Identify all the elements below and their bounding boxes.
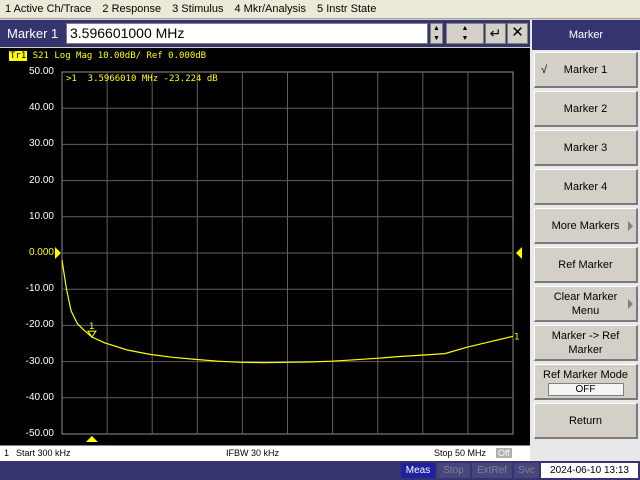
coarse-up-icon[interactable]: ▲	[447, 24, 483, 34]
marker-1-label: 1	[89, 322, 95, 332]
softkey-clear-marker-menu[interactable]: Clear Marker Menu	[534, 286, 638, 322]
y-tick-label: -20.00	[25, 319, 54, 331]
submenu-arrow-icon	[628, 221, 633, 231]
trace-end-label: 1	[514, 332, 520, 342]
instrument-status-bar: Meas Stop ExtRef Svc 2024-06-10 13:13	[0, 461, 640, 480]
softkey-ref-marker[interactable]: Ref Marker	[534, 247, 638, 283]
y-tick-label: 0.000	[28, 247, 54, 258]
check-icon: √	[541, 64, 548, 76]
entry-label: Marker 1	[7, 26, 59, 41]
softkey-menu-title: Marker	[532, 20, 640, 50]
datetime: 2024-06-10 13:13	[541, 463, 638, 478]
marker-frequency-input[interactable]: 3.596601000 MHz	[66, 23, 428, 44]
menu-response[interactable]: 2 Response	[97, 3, 167, 15]
coarse-down-icon[interactable]: ▼	[447, 34, 483, 44]
softkey-return[interactable]: Return	[534, 403, 638, 439]
menu-instr-state[interactable]: 5 Instr State	[312, 3, 382, 15]
trace-plot[interactable]: 11 Tr1 S21 Log Mag 10.00dB/ Ref 0.000dB …	[0, 48, 530, 445]
off-badge: Off	[496, 448, 512, 458]
y-tick-label: 50.00	[28, 66, 54, 77]
menu-stimulus[interactable]: 3 Stimulus	[167, 3, 229, 15]
softkey-panel: Marker √ Marker 1 Marker 2 Marker 3 Mark…	[530, 20, 640, 461]
menu-mkr-analysis[interactable]: 4 Mkr/Analysis	[229, 3, 312, 15]
coarse-spin-stepper[interactable]: ▲ ▼	[446, 23, 484, 44]
y-tick-label: -40.00	[25, 391, 54, 403]
softkey-marker-3[interactable]: Marker 3	[534, 130, 638, 166]
channel-status-bar: 1 Start 300 kHz IFBW 30 kHz Stop 50 MHz …	[0, 445, 530, 461]
ref-marker-mode-value: OFF	[547, 382, 624, 396]
softkey-label: Marker 2	[563, 102, 608, 115]
meas-indicator: Meas	[401, 463, 435, 478]
ref-level-right-arrow-icon	[516, 247, 522, 259]
softkey-marker-1[interactable]: √ Marker 1	[534, 52, 638, 88]
softkey-more-markers[interactable]: More Markers	[534, 208, 638, 244]
trace-id-badge[interactable]: Tr1	[9, 51, 28, 61]
softkey-marker-to-ref-marker[interactable]: Marker -> Ref Marker	[534, 325, 638, 361]
y-tick-label: -10.00	[25, 283, 54, 295]
y-tick-label: -50.00	[25, 428, 54, 439]
y-tick-label: 40.00	[28, 102, 54, 114]
submenu-arrow-icon	[628, 299, 633, 309]
channel-number: 1	[4, 448, 10, 458]
ifbw-value[interactable]: IFBW 30 kHz	[226, 448, 279, 458]
entry-bar: Marker 1 3.596601000 MHz ▲ ▼ ▲ ▼ ↵ ✕	[0, 20, 530, 47]
stop-frequency[interactable]: Stop 50 MHz	[434, 448, 486, 458]
start-frequency[interactable]: Start 300 kHz	[16, 448, 71, 458]
trace-format: S21 Log Mag 10.00dB/ Ref 0.000dB	[32, 51, 207, 61]
softkey-label: Ref Marker Mode	[543, 368, 628, 381]
y-tick-label: 30.00	[28, 138, 54, 150]
vna-window: 1 Active Ch/Trace 2 Response 3 Stimulus …	[0, 0, 640, 480]
close-entry-button[interactable]: ✕	[507, 23, 528, 44]
softkey-label: Marker 4	[563, 180, 608, 193]
marker-readout: >1 3.5966010 MHz -23.224 dB	[66, 74, 218, 84]
y-tick-label: -30.00	[25, 355, 54, 367]
stop-indicator: Stop	[437, 463, 470, 478]
spin-up-icon[interactable]: ▲	[431, 24, 442, 34]
trace-chart: 11	[55, 71, 522, 442]
menu-active-ch-trace[interactable]: 1 Active Ch/Trace	[0, 3, 97, 15]
y-tick-label: 20.00	[28, 174, 54, 186]
softkey-ref-marker-mode[interactable]: Ref Marker Mode OFF	[534, 364, 638, 400]
softkey-marker-4[interactable]: Marker 4	[534, 169, 638, 205]
softkey-label: More Markers	[551, 219, 620, 232]
softkey-label: Return	[568, 414, 603, 427]
softkey-label: Ref Marker	[558, 258, 613, 271]
stimulus-marker-arrow-icon	[85, 436, 98, 442]
softkey-label: Marker -> Ref Marker	[551, 329, 620, 356]
svc-indicator: Svc	[514, 463, 539, 478]
extref-indicator: ExtRef	[472, 463, 512, 478]
softkey-label: Marker 3	[563, 141, 608, 154]
ref-level-left-arrow-icon	[55, 247, 61, 259]
y-tick-label: 10.00	[28, 210, 54, 222]
trace-header: Tr1 S21 Log Mag 10.00dB/ Ref 0.000dB	[9, 51, 206, 61]
softkey-label: Clear Marker Menu	[553, 290, 618, 317]
softkey-marker-2[interactable]: Marker 2	[534, 91, 638, 127]
enter-button[interactable]: ↵	[485, 23, 506, 44]
softkey-label: Marker 1	[563, 63, 608, 76]
spin-down-icon[interactable]: ▼	[431, 34, 442, 44]
menu-bar: 1 Active Ch/Trace 2 Response 3 Stimulus …	[0, 0, 640, 19]
fine-spin-stepper[interactable]: ▲ ▼	[430, 23, 443, 44]
